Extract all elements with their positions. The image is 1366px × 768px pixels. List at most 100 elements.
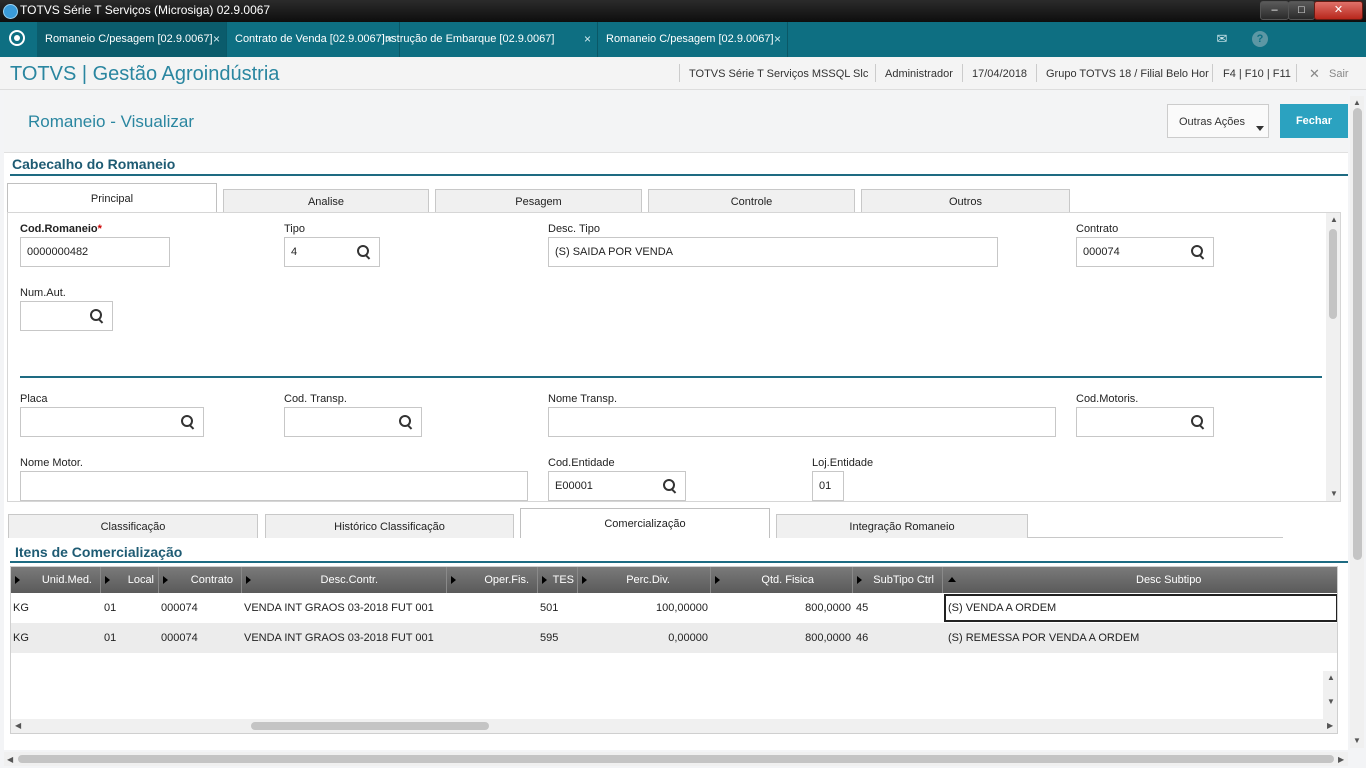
doc-tab-label: Romaneio C/pesagem [02.9.0067] (45, 33, 213, 45)
column-header-desc-subtipo[interactable]: Desc Subtipo (943, 567, 1337, 593)
cod-romaneio-label: Cod.Romaneio* (20, 223, 102, 235)
desc-tipo-field[interactable]: (S) SAIDA POR VENDA (548, 237, 998, 267)
nome-motor-label: Nome Motor. (20, 457, 83, 469)
tab-close-icon[interactable]: × (774, 22, 781, 57)
page-horizontal-scrollbar[interactable]: ◀ ▶ (4, 752, 1348, 766)
scroll-down-icon[interactable]: ▼ (1330, 489, 1338, 498)
tab-close-icon[interactable]: × (584, 22, 591, 57)
app-header: TOTVS | Gestão Agroindústria TOTVS Série… (0, 57, 1366, 90)
doc-tab-label: Romaneio C/pesagem [02.9.0067] (606, 33, 774, 45)
mail-icon[interactable]: ✉ (1214, 31, 1230, 47)
tipo-field[interactable]: 4 (284, 237, 380, 267)
tab-principal[interactable]: Principal (7, 183, 217, 213)
tab-controle[interactable]: Controle (648, 189, 855, 213)
tab-close-icon[interactable]: × (213, 22, 220, 57)
page-title: Romaneio - Visualizar (28, 112, 194, 131)
scroll-left-icon[interactable]: ◀ (7, 755, 13, 764)
nome-transp-field[interactable] (548, 407, 1056, 437)
search-icon[interactable] (399, 415, 413, 429)
table-row[interactable]: KG 01 000074 VENDA INT GRAOS 03-2018 FUT… (11, 593, 1337, 623)
table-row[interactable]: KG 01 000074 VENDA INT GRAOS 03-2018 FUT… (11, 623, 1337, 653)
cod-entidade-label: Cod.Entidade (548, 457, 615, 469)
totvs-logo-icon[interactable] (9, 30, 25, 46)
date-info: 17/04/2018 (972, 68, 1028, 80)
column-header-contrato[interactable]: Contrato (159, 567, 242, 593)
search-icon[interactable] (1191, 245, 1205, 259)
grid-horizontal-scrollbar[interactable]: ◀ ▶ (11, 719, 1337, 733)
close-button[interactable]: Fechar (1280, 104, 1348, 138)
column-header-qtd-fisica[interactable]: Qtd. Fisica (711, 567, 853, 593)
other-actions-button[interactable]: Outras Ações (1167, 104, 1269, 138)
nome-motor-field[interactable] (20, 471, 528, 501)
scrollbar-thumb[interactable] (251, 722, 489, 730)
column-header-oper-fis[interactable]: Oper.Fis. (447, 567, 538, 593)
grid-vertical-scrollbar[interactable]: ▲ ▼ (1323, 671, 1337, 719)
form-panel-principal: Cod.Romaneio* 0000000482 Tipo 4 Desc. Ti… (7, 212, 1341, 502)
page-vertical-scrollbar[interactable]: ▲ ▼ (1350, 96, 1364, 748)
page-header: Romaneio - Visualizar Outras Ações Fecha… (4, 90, 1348, 153)
scrollbar-thumb[interactable] (1353, 108, 1362, 560)
nome-transp-label: Nome Transp. (548, 393, 618, 405)
search-icon[interactable] (357, 245, 371, 259)
tab-analise[interactable]: Analise (223, 189, 429, 213)
doc-tab-romaneio-1[interactable]: Romaneio C/pesagem [02.9.0067] × (37, 22, 227, 57)
section-divider (10, 174, 1348, 176)
column-header-subtipo-ctrl[interactable]: SubTipo Ctrl (853, 567, 943, 593)
minimize-icon[interactable]: – (1260, 1, 1289, 20)
cod-romaneio-field[interactable]: 0000000482 (20, 237, 170, 267)
scroll-left-icon[interactable]: ◀ (15, 721, 21, 730)
document-tab-strip: Romaneio C/pesagem [02.9.0067] × Contrat… (0, 22, 1366, 57)
maximize-icon[interactable]: □ (1288, 1, 1315, 20)
loj-entidade-field[interactable]: 01 (812, 471, 844, 501)
desc-tipo-label: Desc. Tipo (548, 223, 600, 235)
column-header-perc-div[interactable]: Perc.Div. (578, 567, 711, 593)
scroll-right-icon[interactable]: ▶ (1327, 721, 1333, 730)
cod-transp-field[interactable] (284, 407, 422, 437)
scroll-down-icon[interactable]: ▼ (1353, 736, 1361, 745)
search-icon[interactable] (663, 479, 677, 493)
tab-outros[interactable]: Outros (861, 189, 1070, 213)
grid-header: Unid.Med. Local Contrato Desc.Contr. Ope… (11, 567, 1337, 593)
section-title-items: Itens de Comercialização (15, 544, 183, 560)
user-info: Administrador (885, 68, 953, 80)
doc-tab-romaneio-2[interactable]: Romaneio C/pesagem [02.9.0067] × (598, 22, 788, 57)
search-icon[interactable] (90, 309, 104, 323)
column-header-desc-contr[interactable]: Desc.Contr. (242, 567, 447, 593)
section-title-header: Cabecalho do Romaneio (12, 156, 176, 172)
search-icon[interactable] (1191, 415, 1205, 429)
environment-info: TOTVS Série T Serviços MSSQL Slc (689, 68, 869, 80)
search-icon[interactable] (181, 415, 195, 429)
scroll-down-icon[interactable]: ▼ (1327, 697, 1335, 706)
tab-classificacao[interactable]: Classificação (8, 514, 258, 538)
exit-icon[interactable]: ✕ (1309, 66, 1320, 82)
cod-motoris-field[interactable] (1076, 407, 1214, 437)
placa-field[interactable] (20, 407, 204, 437)
contrato-field[interactable]: 000074 (1076, 237, 1214, 267)
exit-link[interactable]: Sair (1329, 68, 1349, 80)
required-marker: * (97, 223, 102, 235)
column-header-tes[interactable]: TES (538, 567, 578, 593)
scrollbar-thumb[interactable] (1329, 229, 1337, 319)
shortcut-keys[interactable]: F4 | F10 | F11 (1223, 68, 1291, 80)
num-aut-field[interactable] (20, 301, 113, 331)
doc-tab-instrucao-embarque[interactable]: Instrução de Embarque [02.9.0067] × (374, 22, 598, 57)
tab-baseline (1028, 537, 1283, 538)
tab-comercializacao[interactable]: Comercialização (520, 508, 770, 538)
column-header-unid-med[interactable]: Unid.Med. (11, 567, 101, 593)
scroll-right-icon[interactable]: ▶ (1338, 755, 1344, 764)
tab-historico-classificacao[interactable]: Histórico Classificação (265, 514, 514, 538)
help-icon[interactable]: ? (1252, 31, 1268, 47)
tab-integracao-romaneio[interactable]: Integração Romaneio (776, 514, 1028, 538)
column-header-local[interactable]: Local (101, 567, 159, 593)
app-icon (3, 4, 18, 19)
form-vertical-scrollbar[interactable]: ▲ ▼ (1326, 213, 1340, 501)
scroll-up-icon[interactable]: ▲ (1353, 98, 1361, 107)
cod-entidade-field[interactable]: E00001 (548, 471, 686, 501)
tab-pesagem[interactable]: Pesagem (435, 189, 642, 213)
close-window-icon[interactable]: ✕ (1314, 1, 1363, 20)
scroll-up-icon[interactable]: ▲ (1327, 673, 1335, 682)
scrollbar-thumb[interactable] (18, 755, 1334, 763)
tipo-label: Tipo (284, 223, 305, 235)
other-actions-label: Outras Ações (1179, 116, 1246, 128)
scroll-up-icon[interactable]: ▲ (1330, 215, 1338, 224)
